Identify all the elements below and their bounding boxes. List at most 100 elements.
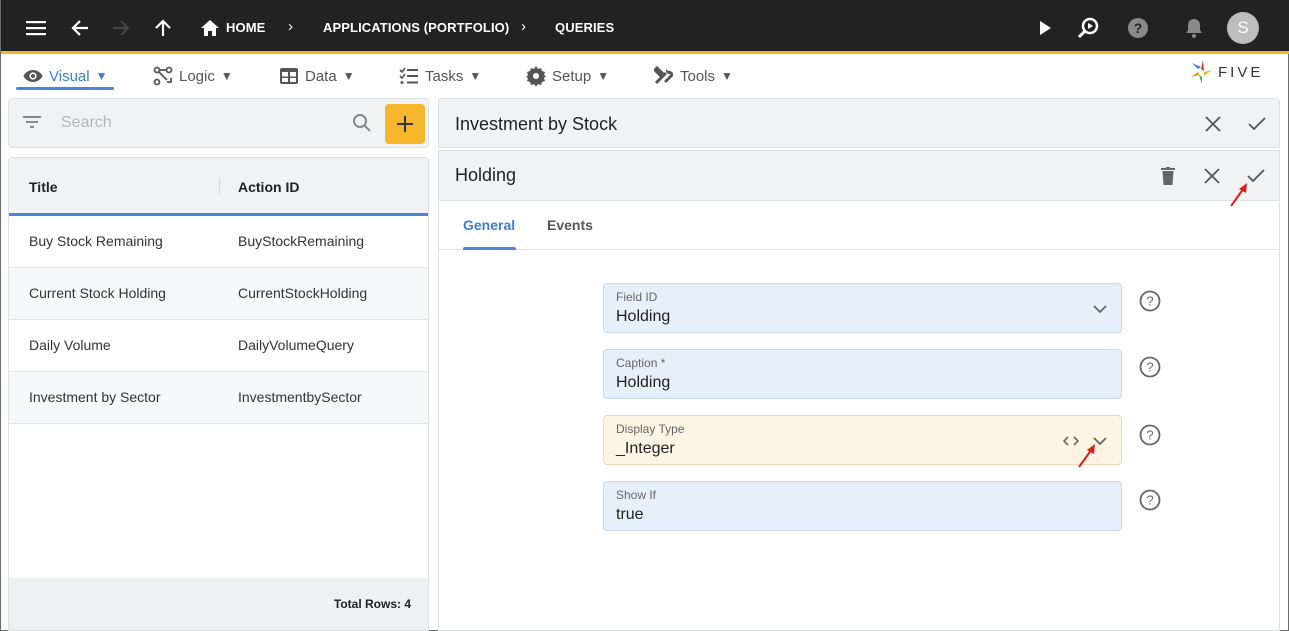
column-header-title[interactable]: Title: [29, 179, 58, 195]
cell-action-id: DailyVolumeQuery: [238, 337, 354, 353]
menu-tasks[interactable]: Tasks ▼: [399, 63, 481, 89]
search-icon[interactable]: [352, 113, 372, 138]
field-id-label: Field ID: [616, 290, 658, 304]
breadcrumb-home[interactable]: HOME: [226, 20, 265, 35]
top-bar: HOME › APPLICATIONS (PORTFOLIO) › QUERIE…: [1, 0, 1289, 54]
table-row[interactable]: Current Stock Holding CurrentStockHoldin…: [9, 268, 428, 320]
hamburger-menu-icon[interactable]: [24, 16, 48, 40]
caret-down-icon: ▼: [721, 69, 733, 83]
form-tabs: General Events: [439, 201, 1279, 250]
table-row[interactable]: Investment by Sector InvestmentbySector: [9, 372, 428, 424]
tab-general[interactable]: General: [463, 217, 515, 233]
menu-data[interactable]: Data ▼: [279, 63, 355, 89]
eye-icon: [23, 70, 43, 82]
search-bar: [8, 98, 429, 148]
caption-input[interactable]: Caption * Holding: [603, 349, 1122, 399]
field-id-select[interactable]: Field ID Holding: [603, 283, 1122, 333]
menu-tools[interactable]: Tools ▼: [654, 63, 733, 89]
help-icon[interactable]: ?: [1126, 16, 1150, 40]
check-icon: [1248, 117, 1266, 131]
cell-title: Investment by Sector: [29, 389, 161, 405]
breadcrumb-chevron-icon: ›: [521, 18, 526, 35]
table-row[interactable]: Daily Volume DailyVolumeQuery: [9, 320, 428, 372]
parent-form-header: Investment by Stock: [438, 98, 1280, 148]
forward-arrow-icon[interactable]: [109, 16, 133, 40]
close-icon: [1204, 168, 1220, 184]
tools-icon: [654, 66, 674, 85]
show-if-help-icon[interactable]: ?: [1139, 489, 1161, 511]
display-type-select[interactable]: Display Type _Integer: [603, 415, 1122, 465]
menu-tools-label: Tools: [680, 67, 716, 85]
menu-logic[interactable]: Logic ▼: [153, 63, 233, 89]
close-icon: [1205, 116, 1221, 132]
menu-data-label: Data: [305, 67, 337, 85]
menu-visual-label: Visual: [49, 67, 90, 85]
form-title: Holding: [455, 165, 517, 185]
parent-confirm-button[interactable]: [1245, 112, 1269, 136]
display-type-label: Display Type: [616, 422, 685, 436]
table-icon: [280, 68, 298, 84]
svg-text:?: ?: [1134, 20, 1143, 36]
breadcrumb-queries[interactable]: QUERIES: [555, 20, 614, 35]
delete-button[interactable]: [1156, 164, 1180, 188]
filter-icon[interactable]: [23, 115, 41, 134]
chevron-down-icon[interactable]: [1090, 299, 1110, 319]
check-icon: [1247, 169, 1265, 183]
tasks-icon: [399, 67, 418, 84]
caret-down-icon: ▼: [220, 69, 233, 83]
run-play-icon[interactable]: [1033, 16, 1057, 40]
list-header: Title Action ID: [9, 158, 428, 216]
cell-title: Daily Volume: [29, 337, 111, 353]
breadcrumb-chevron-icon: ›: [288, 18, 293, 35]
caption-label: Caption *: [616, 356, 666, 370]
search-input[interactable]: [61, 111, 341, 135]
user-avatar[interactable]: S: [1227, 12, 1259, 44]
tab-events[interactable]: Events: [547, 217, 593, 233]
cell-action-id: CurrentStockHolding: [238, 285, 368, 301]
cell-title: Buy Stock Remaining: [29, 233, 163, 249]
column-header-action-id[interactable]: Action ID: [238, 179, 299, 195]
svg-text:?: ?: [1146, 294, 1153, 309]
gear-icon: [526, 66, 546, 86]
total-rows: Total Rows: 4: [333, 597, 411, 611]
save-button[interactable]: [1244, 164, 1268, 188]
parent-form-title: Investment by Stock: [455, 114, 618, 134]
show-if-label: Show If: [616, 488, 657, 502]
form-header: Holding: [439, 151, 1279, 201]
caret-down-icon: ▼: [469, 69, 482, 83]
cell-action-id: BuyStockRemaining: [238, 233, 365, 249]
logo-text: FIVE: [1218, 63, 1264, 81]
caret-down-icon: ▼: [597, 69, 610, 83]
search-play-icon[interactable]: [1076, 16, 1100, 40]
notification-bell-icon[interactable]: [1182, 16, 1206, 40]
display-type-help-icon[interactable]: ?: [1139, 424, 1161, 446]
field-id-value: Holding: [616, 308, 671, 325]
table-row[interactable]: Buy Stock Remaining BuyStockRemaining: [9, 216, 428, 268]
menu-setup[interactable]: Setup ▼: [526, 63, 609, 89]
add-button[interactable]: [385, 104, 425, 144]
back-arrow-icon[interactable]: [68, 16, 92, 40]
caret-down-icon: ▼: [342, 69, 355, 83]
active-tab-indicator: [463, 247, 516, 250]
caption-help-icon[interactable]: ?: [1139, 356, 1161, 378]
caption-value: Holding: [616, 374, 671, 391]
field-form-panel: Holding General Events Field ID Holding …: [438, 150, 1280, 631]
column-divider[interactable]: [219, 178, 220, 194]
home-icon[interactable]: [198, 16, 222, 40]
cell-action-id: InvestmentbySector: [238, 389, 362, 405]
five-logo: FIVE: [1190, 60, 1263, 84]
breadcrumb-applications[interactable]: APPLICATIONS (PORTFOLIO): [323, 20, 509, 35]
parent-close-button[interactable]: [1201, 112, 1225, 136]
menu-setup-label: Setup: [552, 67, 592, 85]
field-id-help-icon[interactable]: ?: [1139, 290, 1161, 312]
chevron-down-icon[interactable]: [1090, 431, 1110, 451]
code-icon[interactable]: [1061, 431, 1081, 451]
caret-down-icon: ▼: [95, 69, 108, 83]
show-if-input[interactable]: Show If true: [603, 481, 1122, 531]
queries-list: Title Action ID Buy Stock Remaining BuyS…: [8, 157, 429, 631]
close-button[interactable]: [1200, 164, 1224, 188]
menu-visual[interactable]: Visual ▼: [23, 63, 107, 89]
plus-icon: [397, 116, 413, 132]
svg-text:?: ?: [1146, 428, 1153, 443]
up-arrow-icon[interactable]: [151, 16, 175, 40]
